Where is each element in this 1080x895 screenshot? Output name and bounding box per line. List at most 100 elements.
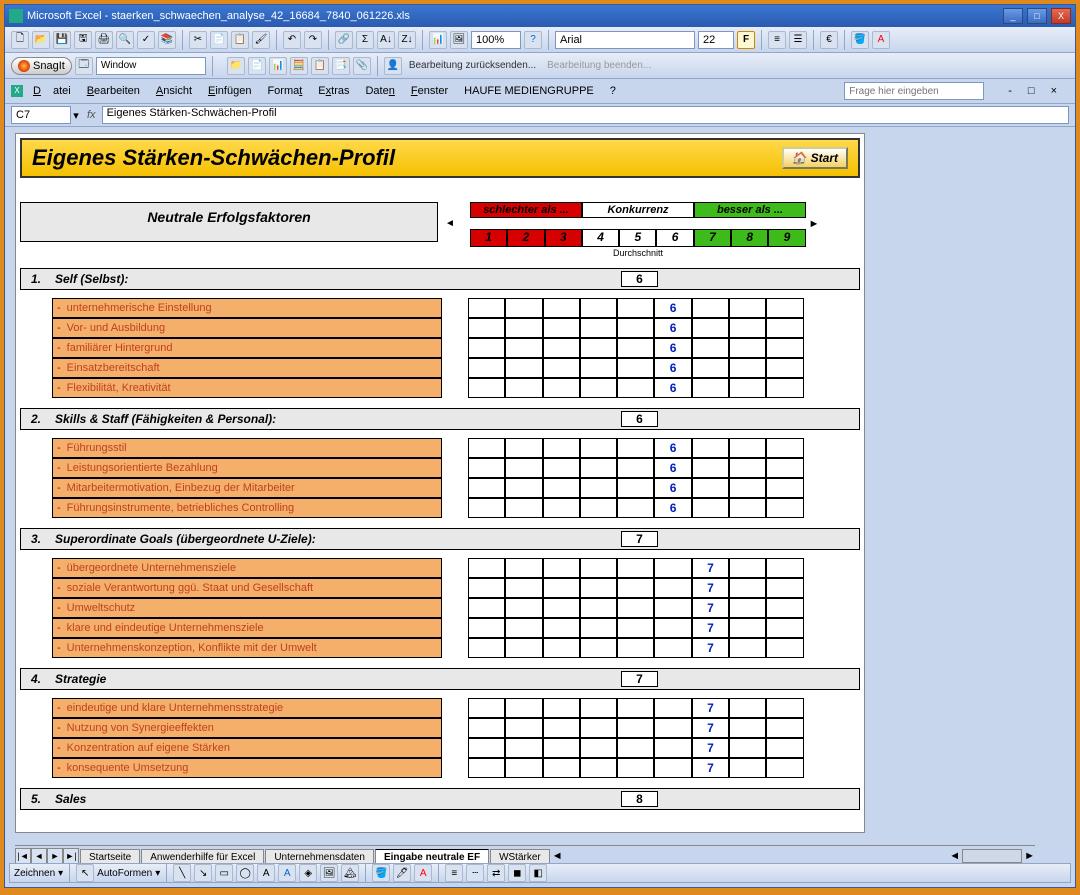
rating-cell[interactable] [766, 358, 803, 378]
rating-cell[interactable] [543, 698, 580, 718]
rating-cell[interactable] [580, 718, 617, 738]
rating-cell[interactable] [654, 638, 691, 658]
rating-cell[interactable] [617, 298, 654, 318]
rating-cell[interactable]: 6 [654, 378, 691, 398]
rating-cell[interactable]: 6 [654, 298, 691, 318]
rating-cell[interactable]: 7 [692, 618, 729, 638]
rating-cell[interactable] [468, 558, 505, 578]
rating-cell[interactable] [505, 718, 542, 738]
rating-cell[interactable] [617, 378, 654, 398]
rating-cell[interactable] [468, 698, 505, 718]
rating-cell[interactable] [505, 438, 542, 458]
name-dropdown-icon[interactable]: ▾ [71, 109, 81, 122]
align-center-icon[interactable]: ☰ [789, 31, 807, 49]
textbox-icon[interactable]: A [257, 864, 275, 882]
rating-cell[interactable] [580, 358, 617, 378]
tab-scroll-icon[interactable]: ◄ [552, 850, 563, 862]
hscroll-track[interactable] [962, 849, 1022, 863]
shadow-icon[interactable]: ◼ [508, 864, 526, 882]
research-icon[interactable]: 📚 [158, 31, 176, 49]
font-select[interactable] [555, 31, 695, 49]
rating-cell[interactable] [617, 338, 654, 358]
start-button[interactable]: 🏠 Start [782, 147, 848, 169]
window-mode-icon[interactable]: 🗔 [75, 57, 93, 75]
rating-cell[interactable] [580, 498, 617, 518]
rating-cell[interactable] [468, 298, 505, 318]
rating-cell[interactable] [617, 558, 654, 578]
rating-cell[interactable]: 6 [654, 458, 691, 478]
fx-icon[interactable]: fx [87, 109, 96, 121]
rating-cell[interactable] [505, 318, 542, 338]
fill-icon[interactable]: 🪣 [372, 864, 390, 882]
tab-nav-first[interactable]: |◄ [15, 848, 31, 864]
dash-icon[interactable]: ┄ [466, 864, 484, 882]
sort-desc-icon[interactable]: Z↓ [398, 31, 416, 49]
question-box[interactable] [844, 82, 984, 100]
rating-cell[interactable] [729, 598, 766, 618]
rating-cell[interactable] [654, 598, 691, 618]
rating-cell[interactable] [468, 338, 505, 358]
rating-cell[interactable] [505, 638, 542, 658]
rating-cell[interactable] [692, 498, 729, 518]
misc-icon-4[interactable]: 🧮 [290, 57, 308, 75]
rating-cell[interactable] [654, 698, 691, 718]
chart-icon[interactable]: 📊 [429, 31, 447, 49]
rating-cell[interactable] [468, 358, 505, 378]
rating-cell[interactable] [468, 738, 505, 758]
rating-cell[interactable] [766, 698, 803, 718]
help-icon[interactable]: ? [524, 31, 542, 49]
rating-cell[interactable]: 7 [692, 698, 729, 718]
format-painter-icon[interactable]: 🖌 [252, 31, 270, 49]
preview-icon[interactable]: 🔍 [116, 31, 134, 49]
rating-cell[interactable] [543, 578, 580, 598]
font-color-icon[interactable]: A [872, 31, 890, 49]
misc-icon-1[interactable]: 📁 [227, 57, 245, 75]
rating-cell[interactable] [617, 698, 654, 718]
rating-cell[interactable] [580, 638, 617, 658]
save-icon[interactable]: 💾 [53, 31, 71, 49]
line-style-icon[interactable]: ≡ [445, 864, 463, 882]
rating-cell[interactable]: 7 [692, 558, 729, 578]
3d-icon[interactable]: ◧ [529, 864, 547, 882]
rating-cell[interactable] [766, 758, 803, 778]
rating-cell[interactable] [692, 318, 729, 338]
oval-icon[interactable]: ◯ [236, 864, 254, 882]
rating-cell[interactable] [505, 578, 542, 598]
rating-cell[interactable] [580, 558, 617, 578]
rating-cell[interactable] [543, 378, 580, 398]
rating-cell[interactable] [729, 458, 766, 478]
rating-cell[interactable] [692, 478, 729, 498]
rating-cell[interactable] [468, 758, 505, 778]
rating-cell[interactable]: 7 [692, 738, 729, 758]
rating-cell[interactable] [617, 318, 654, 338]
fontsize-select[interactable] [698, 31, 734, 49]
copy-icon[interactable]: 📄 [210, 31, 228, 49]
rating-cell[interactable] [766, 558, 803, 578]
rating-cell[interactable] [766, 618, 803, 638]
drawing-icon[interactable]: 🖼 [450, 31, 468, 49]
rating-cell[interactable] [654, 758, 691, 778]
rating-cell[interactable] [468, 318, 505, 338]
rating-cell[interactable] [580, 698, 617, 718]
tab-nav-last[interactable]: ►| [63, 848, 79, 864]
wordart-icon[interactable]: A [278, 864, 296, 882]
rating-cell[interactable] [729, 298, 766, 318]
rating-cell[interactable] [766, 578, 803, 598]
menu-ansicht[interactable]: Ansicht [150, 83, 198, 99]
rating-cell[interactable] [468, 578, 505, 598]
doc-restore-icon[interactable]: □ [1022, 83, 1041, 99]
rating-cell[interactable] [543, 438, 580, 458]
rating-cell[interactable] [580, 478, 617, 498]
rating-cell[interactable] [505, 458, 542, 478]
rating-cell[interactable] [505, 598, 542, 618]
rating-cell[interactable] [766, 318, 803, 338]
misc-icon-3[interactable]: 📊 [269, 57, 287, 75]
doc-min-icon[interactable]: - [1002, 83, 1018, 99]
rating-cell[interactable] [729, 558, 766, 578]
rating-cell[interactable] [617, 358, 654, 378]
rating-cell[interactable]: 7 [692, 598, 729, 618]
rating-cell[interactable] [580, 318, 617, 338]
rating-cell[interactable] [543, 358, 580, 378]
picture-icon[interactable]: 🏔 [341, 864, 359, 882]
arrow-icon[interactable]: ↘ [194, 864, 212, 882]
